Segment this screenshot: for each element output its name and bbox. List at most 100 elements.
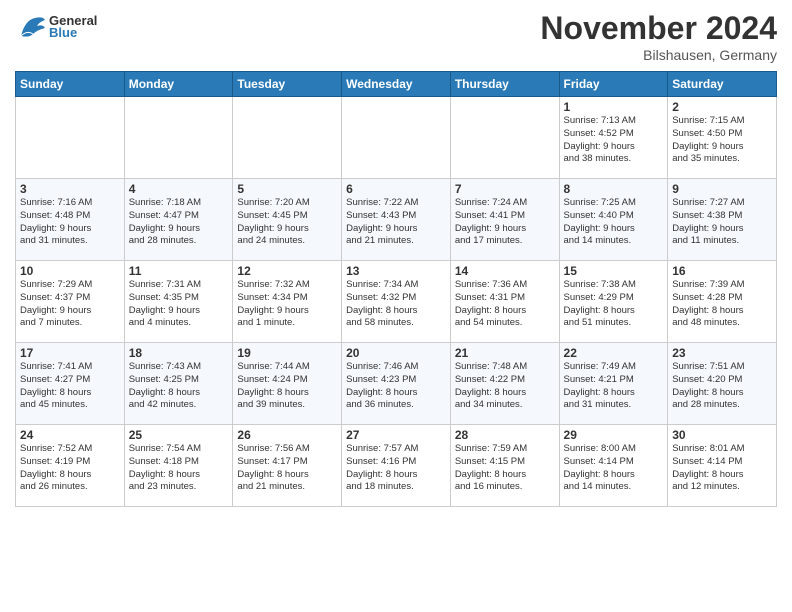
day-info: Sunrise: 8:00 AM Sunset: 4:14 PM Dayligh… (564, 443, 664, 494)
day-number: 18 (129, 346, 229, 360)
day-info: Sunrise: 7:59 AM Sunset: 4:15 PM Dayligh… (455, 443, 555, 494)
calendar-cell: 24Sunrise: 7:52 AM Sunset: 4:19 PM Dayli… (16, 425, 125, 507)
month-title: November 2024 (540, 10, 777, 47)
calendar-cell: 14Sunrise: 7:36 AM Sunset: 4:31 PM Dayli… (450, 261, 559, 343)
weekday-header-sunday: Sunday (16, 72, 125, 97)
day-number: 8 (564, 182, 664, 196)
day-info: Sunrise: 7:18 AM Sunset: 4:47 PM Dayligh… (129, 197, 229, 248)
weekday-header-row: SundayMondayTuesdayWednesdayThursdayFrid… (16, 72, 777, 97)
day-number: 12 (237, 264, 337, 278)
week-row-1: 3Sunrise: 7:16 AM Sunset: 4:48 PM Daylig… (16, 179, 777, 261)
calendar-cell: 30Sunrise: 8:01 AM Sunset: 4:14 PM Dayli… (668, 425, 777, 507)
day-info: Sunrise: 7:36 AM Sunset: 4:31 PM Dayligh… (455, 279, 555, 330)
calendar-cell: 16Sunrise: 7:39 AM Sunset: 4:28 PM Dayli… (668, 261, 777, 343)
day-info: Sunrise: 7:41 AM Sunset: 4:27 PM Dayligh… (20, 361, 120, 412)
calendar-cell: 20Sunrise: 7:46 AM Sunset: 4:23 PM Dayli… (342, 343, 451, 425)
day-number: 19 (237, 346, 337, 360)
day-info: Sunrise: 7:20 AM Sunset: 4:45 PM Dayligh… (237, 197, 337, 248)
week-row-4: 24Sunrise: 7:52 AM Sunset: 4:19 PM Dayli… (16, 425, 777, 507)
calendar-cell: 25Sunrise: 7:54 AM Sunset: 4:18 PM Dayli… (124, 425, 233, 507)
day-info: Sunrise: 7:32 AM Sunset: 4:34 PM Dayligh… (237, 279, 337, 330)
day-info: Sunrise: 7:48 AM Sunset: 4:22 PM Dayligh… (455, 361, 555, 412)
calendar-cell (16, 97, 125, 179)
day-info: Sunrise: 7:49 AM Sunset: 4:21 PM Dayligh… (564, 361, 664, 412)
day-number: 24 (20, 428, 120, 442)
day-info: Sunrise: 7:54 AM Sunset: 4:18 PM Dayligh… (129, 443, 229, 494)
day-info: Sunrise: 7:51 AM Sunset: 4:20 PM Dayligh… (672, 361, 772, 412)
day-number: 2 (672, 100, 772, 114)
weekday-header-friday: Friday (559, 72, 668, 97)
page: General Blue November 2024 Bilshausen, G… (0, 0, 792, 612)
calendar-cell: 15Sunrise: 7:38 AM Sunset: 4:29 PM Dayli… (559, 261, 668, 343)
weekday-header-tuesday: Tuesday (233, 72, 342, 97)
day-number: 5 (237, 182, 337, 196)
day-number: 23 (672, 346, 772, 360)
day-number: 10 (20, 264, 120, 278)
week-row-0: 1Sunrise: 7:13 AM Sunset: 4:52 PM Daylig… (16, 97, 777, 179)
day-number: 3 (20, 182, 120, 196)
calendar-cell (342, 97, 451, 179)
weekday-header-saturday: Saturday (668, 72, 777, 97)
day-info: Sunrise: 7:16 AM Sunset: 4:48 PM Dayligh… (20, 197, 120, 248)
logo-bird-icon (15, 10, 47, 42)
calendar-cell: 7Sunrise: 7:24 AM Sunset: 4:41 PM Daylig… (450, 179, 559, 261)
calendar-cell (233, 97, 342, 179)
day-info: Sunrise: 7:43 AM Sunset: 4:25 PM Dayligh… (129, 361, 229, 412)
calendar-cell: 23Sunrise: 7:51 AM Sunset: 4:20 PM Dayli… (668, 343, 777, 425)
day-info: Sunrise: 7:13 AM Sunset: 4:52 PM Dayligh… (564, 115, 664, 166)
calendar-cell: 11Sunrise: 7:31 AM Sunset: 4:35 PM Dayli… (124, 261, 233, 343)
calendar: SundayMondayTuesdayWednesdayThursdayFrid… (15, 71, 777, 507)
header: General Blue November 2024 Bilshausen, G… (15, 10, 777, 63)
day-info: Sunrise: 7:38 AM Sunset: 4:29 PM Dayligh… (564, 279, 664, 330)
calendar-cell: 10Sunrise: 7:29 AM Sunset: 4:37 PM Dayli… (16, 261, 125, 343)
logo: General Blue (15, 10, 97, 42)
day-info: Sunrise: 7:57 AM Sunset: 4:16 PM Dayligh… (346, 443, 446, 494)
calendar-cell: 8Sunrise: 7:25 AM Sunset: 4:40 PM Daylig… (559, 179, 668, 261)
day-info: Sunrise: 7:39 AM Sunset: 4:28 PM Dayligh… (672, 279, 772, 330)
day-number: 13 (346, 264, 446, 278)
day-info: Sunrise: 7:27 AM Sunset: 4:38 PM Dayligh… (672, 197, 772, 248)
calendar-cell: 4Sunrise: 7:18 AM Sunset: 4:47 PM Daylig… (124, 179, 233, 261)
week-row-2: 10Sunrise: 7:29 AM Sunset: 4:37 PM Dayli… (16, 261, 777, 343)
day-info: Sunrise: 7:56 AM Sunset: 4:17 PM Dayligh… (237, 443, 337, 494)
day-number: 4 (129, 182, 229, 196)
weekday-header-monday: Monday (124, 72, 233, 97)
day-number: 29 (564, 428, 664, 442)
day-number: 20 (346, 346, 446, 360)
week-row-3: 17Sunrise: 7:41 AM Sunset: 4:27 PM Dayli… (16, 343, 777, 425)
day-number: 25 (129, 428, 229, 442)
calendar-cell: 17Sunrise: 7:41 AM Sunset: 4:27 PM Dayli… (16, 343, 125, 425)
calendar-cell: 6Sunrise: 7:22 AM Sunset: 4:43 PM Daylig… (342, 179, 451, 261)
calendar-cell: 26Sunrise: 7:56 AM Sunset: 4:17 PM Dayli… (233, 425, 342, 507)
day-number: 9 (672, 182, 772, 196)
day-info: Sunrise: 7:44 AM Sunset: 4:24 PM Dayligh… (237, 361, 337, 412)
day-number: 6 (346, 182, 446, 196)
day-info: Sunrise: 7:46 AM Sunset: 4:23 PM Dayligh… (346, 361, 446, 412)
day-info: Sunrise: 8:01 AM Sunset: 4:14 PM Dayligh… (672, 443, 772, 494)
calendar-cell: 29Sunrise: 8:00 AM Sunset: 4:14 PM Dayli… (559, 425, 668, 507)
day-number: 17 (20, 346, 120, 360)
location: Bilshausen, Germany (540, 47, 777, 63)
calendar-cell: 12Sunrise: 7:32 AM Sunset: 4:34 PM Dayli… (233, 261, 342, 343)
day-number: 11 (129, 264, 229, 278)
calendar-cell: 9Sunrise: 7:27 AM Sunset: 4:38 PM Daylig… (668, 179, 777, 261)
day-number: 22 (564, 346, 664, 360)
day-info: Sunrise: 7:15 AM Sunset: 4:50 PM Dayligh… (672, 115, 772, 166)
day-info: Sunrise: 7:52 AM Sunset: 4:19 PM Dayligh… (20, 443, 120, 494)
day-number: 15 (564, 264, 664, 278)
day-number: 1 (564, 100, 664, 114)
title-block: November 2024 Bilshausen, Germany (540, 10, 777, 63)
calendar-cell: 27Sunrise: 7:57 AM Sunset: 4:16 PM Dayli… (342, 425, 451, 507)
day-info: Sunrise: 7:22 AM Sunset: 4:43 PM Dayligh… (346, 197, 446, 248)
day-number: 7 (455, 182, 555, 196)
weekday-header-wednesday: Wednesday (342, 72, 451, 97)
day-number: 14 (455, 264, 555, 278)
calendar-cell: 21Sunrise: 7:48 AM Sunset: 4:22 PM Dayli… (450, 343, 559, 425)
day-info: Sunrise: 7:31 AM Sunset: 4:35 PM Dayligh… (129, 279, 229, 330)
calendar-cell: 28Sunrise: 7:59 AM Sunset: 4:15 PM Dayli… (450, 425, 559, 507)
day-number: 27 (346, 428, 446, 442)
day-number: 16 (672, 264, 772, 278)
calendar-cell: 13Sunrise: 7:34 AM Sunset: 4:32 PM Dayli… (342, 261, 451, 343)
calendar-cell: 1Sunrise: 7:13 AM Sunset: 4:52 PM Daylig… (559, 97, 668, 179)
weekday-header-thursday: Thursday (450, 72, 559, 97)
